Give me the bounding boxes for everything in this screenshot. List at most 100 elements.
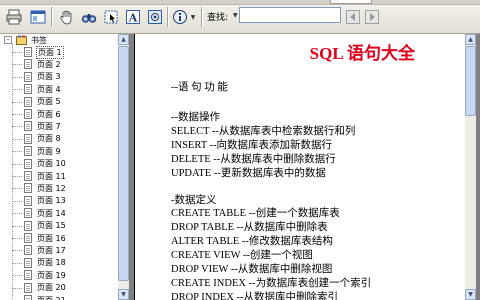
bookmark-item-label: 页面 9 bbox=[37, 146, 61, 156]
bookmark-item[interactable]: 页面 13 bbox=[12, 195, 67, 207]
text-select-icon[interactable]: A bbox=[122, 7, 144, 27]
bookmark-root-label: 书签 bbox=[31, 35, 47, 45]
toolbar-separator bbox=[51, 7, 53, 27]
page-icon bbox=[24, 295, 32, 300]
help-dropdown-chevron-down-icon[interactable]: ▼ bbox=[188, 7, 198, 27]
tree-connector bbox=[12, 200, 22, 202]
snapshot-icon[interactable] bbox=[144, 7, 166, 27]
bookmark-item[interactable]: 页面 15 bbox=[12, 220, 67, 232]
bookmark-item[interactable]: 页面 19 bbox=[12, 269, 67, 281]
toolbar-top-strip bbox=[0, 0, 480, 5]
bookmark-item[interactable]: 页面 16 bbox=[12, 232, 67, 244]
bookmark-item[interactable]: 页面 5 bbox=[12, 96, 62, 108]
bookmark-item[interactable]: 页面 18 bbox=[12, 257, 67, 269]
document-text-line: DROP VIEW --从数据库中删除视图 bbox=[171, 264, 333, 275]
document-text-line: INSERT --向数据库表添加新数据行 bbox=[171, 140, 333, 151]
svg-text:A: A bbox=[128, 12, 138, 25]
page-icon bbox=[24, 183, 32, 194]
bookmark-item[interactable]: 页面 8 bbox=[12, 133, 62, 145]
bookmark-item[interactable]: 页面 20 bbox=[12, 282, 67, 294]
bookmark-item[interactable]: 页面 9 bbox=[12, 145, 62, 157]
bookmark-item-label: 页面 15 bbox=[37, 221, 66, 231]
bookmark-item-label: 页面 17 bbox=[37, 245, 66, 255]
bookmark-item-label: 页面 5 bbox=[37, 97, 61, 107]
page-icon bbox=[24, 146, 32, 157]
tree-connector bbox=[12, 213, 22, 215]
bookmark-item[interactable]: 页面 2 bbox=[12, 58, 62, 70]
view-icon[interactable] bbox=[27, 7, 49, 27]
prev-result-icon[interactable] bbox=[344, 7, 362, 27]
tree-connector bbox=[12, 126, 22, 128]
bookmark-item[interactable]: 页面 1 bbox=[12, 45, 64, 59]
scroll-down-icon[interactable]: ▼ bbox=[465, 289, 476, 300]
scroll-up-icon[interactable]: ▲ bbox=[118, 34, 129, 45]
page-icon bbox=[24, 208, 32, 219]
bookmark-item-label: 页面 14 bbox=[37, 208, 66, 218]
bookmark-scrollbar[interactable]: ▲ ▼ bbox=[118, 34, 129, 300]
page-icon bbox=[24, 282, 32, 293]
tree-connector bbox=[12, 176, 22, 177]
document-text-line: CREATE VIEW --创建一个视图 bbox=[171, 250, 313, 261]
bookmark-item-label: 页面 6 bbox=[37, 109, 61, 119]
bookmark-item-label: 页面 10 bbox=[37, 159, 66, 169]
bookmark-item-label: 页面 21 bbox=[37, 295, 66, 300]
tree-connector bbox=[12, 250, 22, 252]
bookmark-item[interactable]: 页面 11 bbox=[12, 170, 67, 182]
tree-connector bbox=[12, 225, 22, 227]
scroll-thumb[interactable] bbox=[465, 46, 476, 116]
scroll-thumb[interactable] bbox=[118, 46, 129, 281]
bookmark-item[interactable]: 页面 21 bbox=[12, 294, 67, 300]
document-text-line: DROP INDEX --从数据库中删除索引 bbox=[171, 292, 339, 300]
tree-connector bbox=[12, 188, 22, 190]
bookmark-item-label: 页面 13 bbox=[37, 196, 66, 206]
print-icon[interactable] bbox=[3, 7, 25, 27]
tree-connector bbox=[12, 287, 22, 289]
bookmark-item-label: 页面 18 bbox=[37, 258, 66, 268]
tree-connector bbox=[12, 76, 22, 78]
tree-connector bbox=[12, 262, 22, 264]
bookmark-item[interactable]: 页面 17 bbox=[12, 244, 67, 256]
search-input[interactable] bbox=[239, 7, 341, 23]
collapse-icon[interactable]: - bbox=[4, 36, 12, 44]
bookmark-item[interactable]: 页面 14 bbox=[12, 207, 67, 219]
document-scrollbar[interactable]: ▲ ▼ bbox=[465, 34, 476, 300]
binoculars-icon[interactable] bbox=[78, 7, 100, 27]
next-result-icon[interactable] bbox=[363, 7, 381, 27]
document-text-line: --数据操作 bbox=[171, 112, 220, 123]
bookmark-item-label: 页面 1 bbox=[36, 45, 64, 59]
toolbar-separator bbox=[201, 7, 203, 27]
tree-connector bbox=[12, 52, 22, 53]
bookmark-item-label: 页面 7 bbox=[37, 121, 61, 131]
tree-connector bbox=[12, 114, 22, 115]
bookmark-item[interactable]: 页面 10 bbox=[12, 158, 67, 170]
bookmark-item[interactable]: 页面 7 bbox=[12, 120, 62, 132]
page-icon bbox=[24, 220, 32, 231]
document-text-line: DELETE --从数据库表中删除数据行 bbox=[171, 154, 336, 165]
tree-connector bbox=[12, 138, 22, 140]
bookmark-item-label: 页面 20 bbox=[37, 283, 66, 293]
page-icon bbox=[24, 84, 32, 95]
page-icon bbox=[24, 121, 32, 132]
bookmark-item[interactable]: 页面 3 bbox=[12, 71, 62, 83]
bookmark-item[interactable]: 页面 6 bbox=[12, 108, 62, 120]
bookmark-item-label: 页面 2 bbox=[37, 59, 61, 69]
page-icon bbox=[24, 158, 32, 169]
page-icon bbox=[24, 96, 32, 107]
scroll-down-icon[interactable]: ▼ bbox=[118, 289, 129, 300]
select-icon[interactable] bbox=[100, 7, 122, 27]
document-text-line: ALTER TABLE --修改数据库表结构 bbox=[171, 236, 333, 247]
document-text-line: SELECT --从数据库表中检索数据行和列 bbox=[171, 126, 356, 137]
scroll-up-icon[interactable]: ▲ bbox=[465, 34, 476, 45]
tree-connector bbox=[12, 275, 22, 277]
document-viewport: SQL 语句大全 --语 句 功 能 --数据操作 SELECT --从数据库表中检… bbox=[130, 34, 480, 300]
hand-icon[interactable] bbox=[56, 7, 78, 27]
bookmark-item[interactable]: 页面 12 bbox=[12, 182, 67, 194]
bookmark-item[interactable]: 页面 4 bbox=[12, 83, 62, 95]
bookmark-item-label: 页面 4 bbox=[37, 84, 61, 94]
search-options-chevron-down-icon[interactable]: ▼ bbox=[233, 12, 238, 19]
bookmark-root[interactable]: - 书签 bbox=[4, 34, 47, 46]
document-text-line: DROP TABLE --从数据库中删除表 bbox=[171, 222, 328, 233]
document-text-line: CREATE INDEX --为数据库表创建一个索引 bbox=[171, 278, 372, 289]
page-icon bbox=[24, 270, 32, 281]
help-icon[interactable] bbox=[172, 7, 188, 27]
